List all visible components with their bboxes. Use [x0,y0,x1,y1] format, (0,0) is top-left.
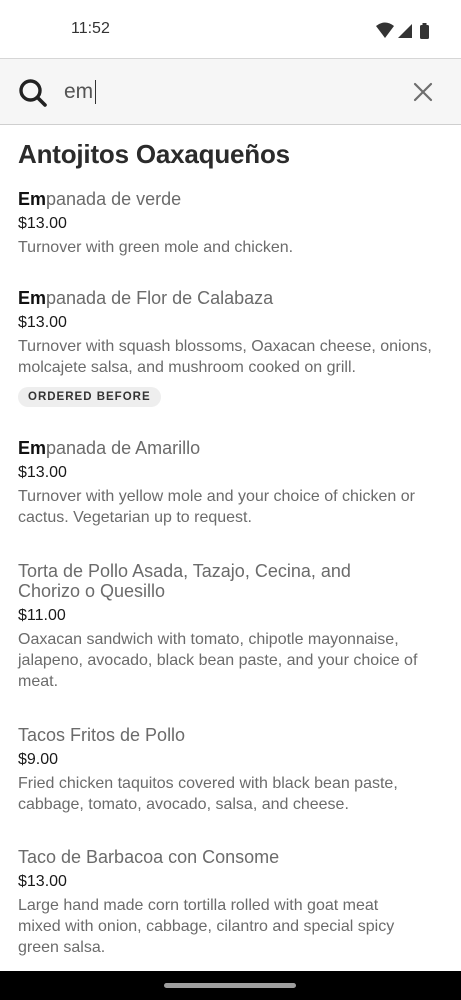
item-name: Empanada de Amarillo [18,438,438,458]
status-icons [376,22,429,39]
item-description: Fried chicken taquitos covered with blac… [18,775,398,813]
menu-item-empanada-de-flor-de-calabaza[interactable]: Empanada de Flor de Calabaza $13.00 Turn… [18,288,438,407]
item-description: Oaxacan sandwich with tomato, chipotle m… [18,631,418,690]
wifi-icon [376,22,394,38]
item-price: $13.00 [18,314,67,331]
text-caret [95,80,96,104]
item-name: Empanada de verde [18,189,438,209]
item-price: $11.00 [18,607,66,624]
menu-item-taco-de-barbacoa[interactable]: Taco de Barbacoa con Consome $13.00 Larg… [18,847,438,958]
status-bar: 11:52 [0,0,461,58]
item-price: $13.00 [18,215,67,232]
item-name-match: Em [18,189,47,209]
search-icon[interactable] [18,78,48,108]
item-description: Turnover with green mole and chicken. [18,239,294,256]
item-name: Tacos Fritos de Pollo [18,725,186,745]
home-gesture-handle[interactable] [164,983,296,988]
menu-item-tacos-fritos-de-pollo[interactable]: Tacos Fritos de Pollo $9.00 Fried chicke… [18,725,438,815]
ordered-before-badge: ORDERED BEFORE [18,387,161,407]
item-name-rest: panada de Flor de Calabaza [46,288,274,308]
item-price: $9.00 [18,751,59,768]
menu-item-empanada-de-verde[interactable]: Empanada de verde $13.00 Turnover with g… [18,189,438,258]
item-price: $13.00 [18,873,67,890]
cellular-signal-icon [398,24,412,38]
item-name: Torta de Pollo Asada, Tazajo, Cecina, an… [18,561,351,601]
section-title: Antojitos Oaxaqueños [18,139,290,169]
item-description: Turnover with yellow mole and your choic… [18,488,415,526]
item-name-match: Em [18,288,47,308]
item-name-match: Em [18,438,47,458]
search-results: Antojitos Oaxaqueños Empanada de verde $… [0,125,461,971]
system-navigation-bar [0,971,461,1000]
item-name-rest: panada de Amarillo [46,438,201,458]
item-name-rest: panada de verde [46,189,182,209]
item-description: Turnover with squash blossoms, Oaxacan c… [18,338,432,376]
item-price: $13.00 [18,464,67,481]
close-icon[interactable] [412,81,434,103]
battery-icon [420,23,429,39]
status-time: 11:52 [71,20,110,37]
item-name: Empanada de Flor de Calabaza [18,288,438,308]
search-input[interactable] [64,76,384,108]
search-bar [0,58,461,125]
item-name: Taco de Barbacoa con Consome [18,847,280,867]
menu-item-torta-de-pollo[interactable]: Torta de Pollo Asada, Tazajo, Cecina, an… [18,561,417,692]
menu-item-empanada-de-amarillo[interactable]: Empanada de Amarillo $13.00 Turnover wit… [18,438,438,528]
item-description: Large hand made corn tortilla rolled wit… [18,897,395,956]
